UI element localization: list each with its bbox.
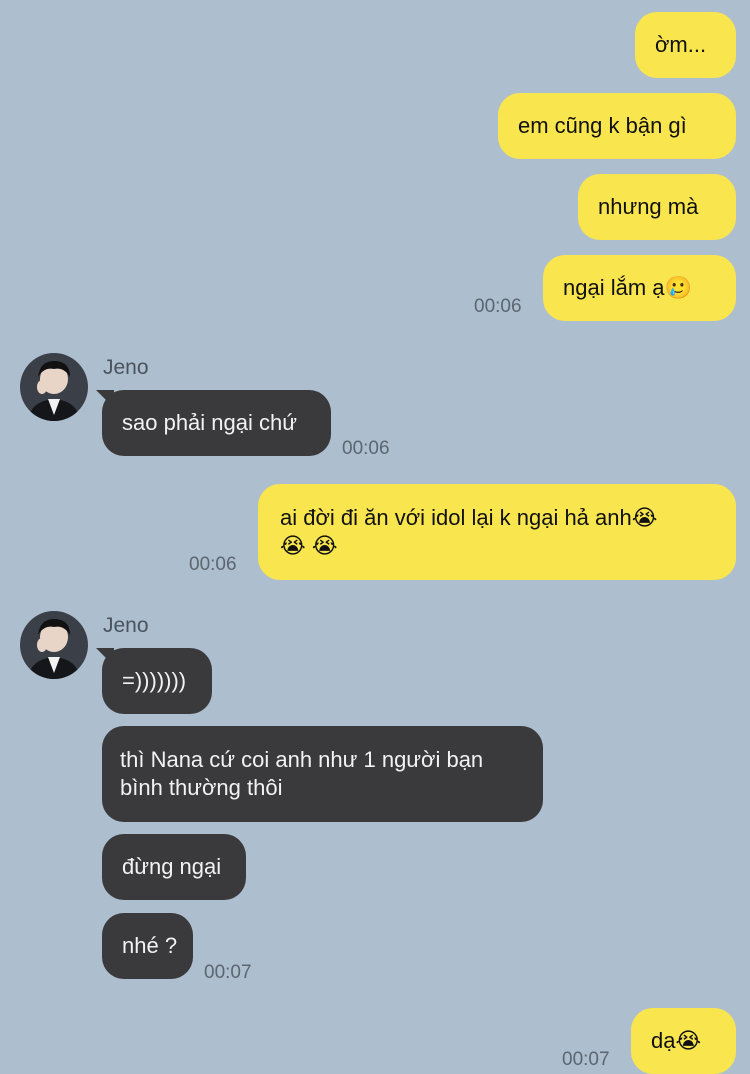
message-text: thì Nana cứ coi anh như 1 người bạn [120,747,484,772]
message-bubble-outgoing[interactable]: em cũng k bận gì [498,93,736,159]
message-bubble-incoming[interactable]: sao phải ngại chứ [102,390,331,456]
message-text: bình thường thôi [120,775,283,800]
message-text: 😭 😭 [280,533,338,558]
message-bubble-incoming[interactable]: =))))))) [102,648,212,714]
message-bubble-outgoing[interactable]: dạ😭 [631,1008,736,1074]
avatar[interactable] [20,611,88,679]
message-bubble-outgoing[interactable]: ờm... [635,12,736,78]
message-text: đừng ngại [122,854,222,879]
contact-photo-icon [20,611,88,679]
message-text: nhưng mà [598,194,699,219]
message-text: ai đời đi ăn với idol lại k ngại hả anh😭 [280,505,658,530]
message-bubble-outgoing[interactable]: ai đời đi ăn với idol lại k ngại hả anh😭… [258,484,736,580]
message-timestamp: 00:06 [189,554,237,575]
message-timestamp: 00:06 [342,438,390,459]
sender-name: Jeno [103,356,149,379]
message-text: dạ😭 [651,1028,702,1053]
message-timestamp: 00:07 [562,1049,610,1070]
message-text: sao phải ngại chứ [122,410,297,435]
message-bubble-incoming[interactable]: đừng ngại [102,834,246,900]
avatar[interactable] [20,353,88,421]
contact-photo-icon [20,353,88,421]
message-timestamp: 00:06 [474,296,522,317]
message-text: nhé ? [122,933,178,958]
message-bubble-incoming[interactable]: nhé ? [102,913,193,979]
message-bubble-incoming[interactable]: thì Nana cứ coi anh như 1 người bạn bình… [102,726,543,822]
sender-name: Jeno [103,614,149,637]
message-timestamp: 00:07 [204,962,252,983]
message-text: =))))))) [122,668,187,693]
message-text: em cũng k bận gì [518,113,687,138]
message-bubble-outgoing[interactable]: ngại lắm ạ🥲 [543,255,736,321]
message-text: ngại lắm ạ🥲 [563,275,692,300]
message-text: ờm... [655,32,707,57]
message-bubble-outgoing[interactable]: nhưng mà [578,174,736,240]
